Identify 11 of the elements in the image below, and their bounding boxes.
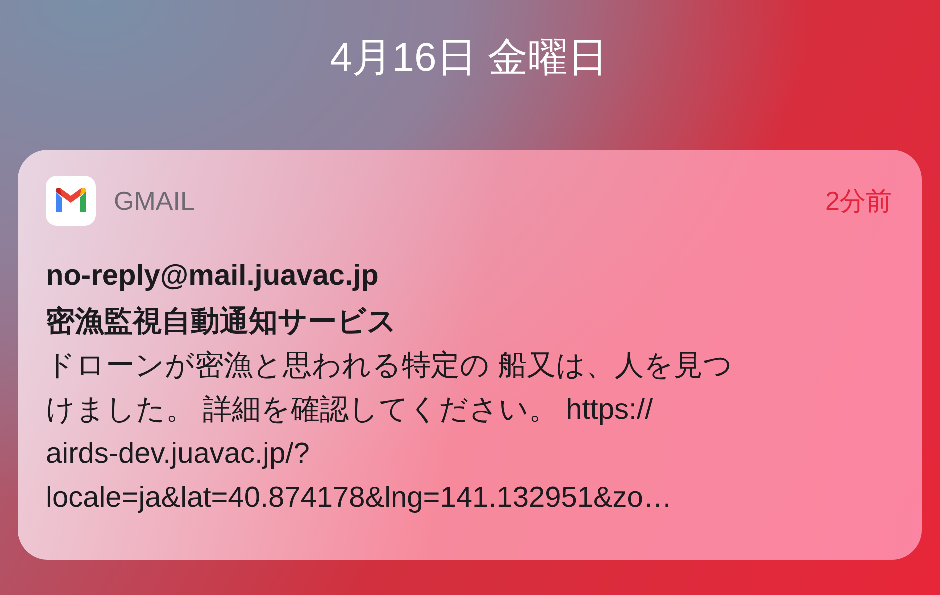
- notification-time: 2分前: [826, 184, 892, 218]
- notification-title: 密漁監視自動通知サービス: [46, 304, 398, 340]
- notification-body-line: locale=ja&lat=40.874178&lng=141.132951&zo…: [46, 481, 674, 516]
- notification-body-line: けました。 詳細を確認してください。 https://: [46, 393, 654, 428]
- mail-app-icon: [46, 176, 96, 226]
- notification-body-line: ドローンが密漁と思われる特定の 船又は、人を見つ: [46, 349, 734, 384]
- notification-card[interactable]: GMAIL 2分前 no-reply@mail.juavac.jp 密漁監視自動通知サービス ドローンが密漁と思われる特定の 船又は、人を見つ けました。 詳細を確認してください。 https:// airds-dev.juavac.jp/? locale=ja&lat=40.874178&lng=141.132951&zo…: [18, 150, 922, 560]
- sender-address: no-reply@mail.juavac.jp: [46, 259, 380, 294]
- lock-screen-date: 4月16日 金曜日: [330, 35, 608, 82]
- notification-body-line: airds-dev.juavac.jp/?: [46, 437, 311, 472]
- app-name: GMAIL: [114, 186, 195, 216]
